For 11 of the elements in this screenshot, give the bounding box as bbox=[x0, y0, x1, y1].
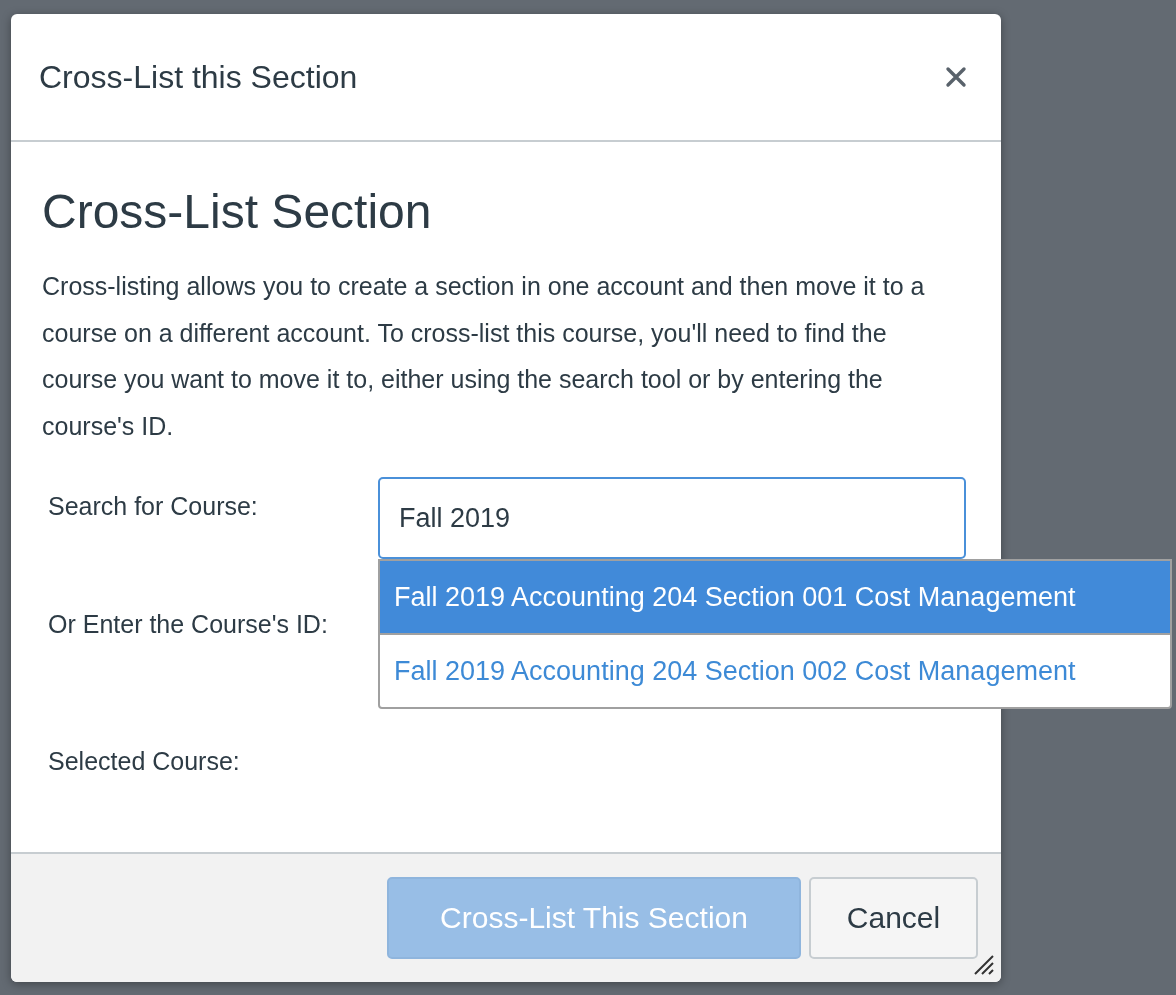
close-icon bbox=[945, 66, 967, 88]
result-option[interactable]: Fall 2019 Accounting 204 Section 002 Cost Management bbox=[380, 633, 1170, 707]
section-heading: Cross-List Section bbox=[42, 184, 433, 239]
dialog-title: Cross-List this Section bbox=[39, 58, 358, 96]
result-option[interactable]: Fall 2019 Accounting 204 Section 001 Cost Management bbox=[380, 561, 1170, 633]
field-label: Search for Course: bbox=[48, 491, 259, 522]
description-text: Cross-listing allows you to create a section in one account and then move it to a course on a different account. To cross-list this course, you'll need to find the course you want to move it to, either using the search tool or by entering the course's ID. bbox=[42, 271, 926, 442]
cancel-button[interactable]: Cancel bbox=[809, 877, 978, 959]
search-field[interactable]: Fall 2019 bbox=[378, 477, 966, 559]
field-label: Or Enter the Course's ID: bbox=[48, 609, 329, 640]
field-label: Selected Course: bbox=[48, 746, 241, 777]
